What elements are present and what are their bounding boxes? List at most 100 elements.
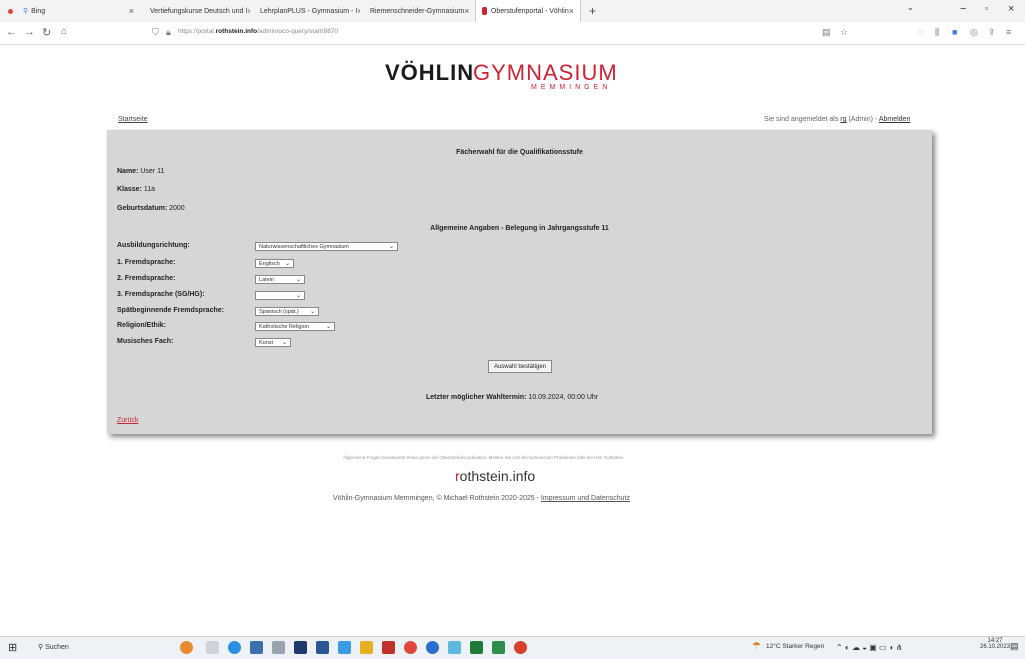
url-domain: rothstein.info xyxy=(215,28,258,35)
app-icon[interactable] xyxy=(514,641,527,654)
excel-icon[interactable] xyxy=(470,641,483,654)
startseite-link[interactable]: Startseite xyxy=(118,116,148,123)
app-icon[interactable] xyxy=(448,641,461,654)
firefox-icon[interactable] xyxy=(404,641,417,654)
ausbildungsrichtung-label: Ausbildungsrichtung: xyxy=(117,242,190,249)
student-name: Name: User 11 xyxy=(117,168,164,175)
birth-label: Geburtsdatum: xyxy=(117,205,168,212)
new-tab-icon[interactable]: + xyxy=(581,4,604,18)
student-class: Klasse: 11a xyxy=(117,186,155,193)
fremdsprache2-select[interactable]: Latein ⌄ xyxy=(255,275,305,284)
chevron-down-icon: ⌄ xyxy=(309,309,315,315)
excel-icon[interactable] xyxy=(492,641,505,654)
select-value: Latein xyxy=(259,277,274,283)
tab-riemenschneider[interactable]: Riemenschneider-Gymnasium × xyxy=(360,0,475,22)
file-explorer-icon[interactable] xyxy=(360,641,373,654)
tab-title: Vertiefungskurse Deutsch und I xyxy=(150,7,248,15)
lock-icon[interactable]: 🔒︎ xyxy=(166,27,171,38)
imprint-link[interactable]: Impressum und Datenschutz xyxy=(541,495,630,502)
logo-text-memmingen: MEMMINGEN xyxy=(531,84,612,91)
edge-icon[interactable] xyxy=(228,641,241,654)
taskbar-search[interactable]: ⚲ Suchen xyxy=(38,640,69,656)
reload-icon[interactable]: ↻ xyxy=(42,26,51,39)
windows-start-icon[interactable]: ⊞ xyxy=(8,641,17,654)
task-view-icon[interactable] xyxy=(206,641,219,654)
forward-icon[interactable]: → xyxy=(24,26,35,38)
religion-select[interactable]: Katholische Religion ⌄ xyxy=(255,322,335,331)
fremdsprache3-select[interactable]: ⌄ xyxy=(255,291,305,300)
panel-title: Fächerwahl für die Qualifikationsstufe xyxy=(456,149,583,156)
logo-text-voehlin: VÖHLIN xyxy=(385,60,475,85)
tab-lehrplanplus[interactable]: LehrplanPLUS - Gymnasium - I × xyxy=(250,0,360,22)
share-icon[interactable]: ⇪ xyxy=(988,27,996,38)
ausbildungsrichtung-select[interactable]: Naturwissenschaftliches Gymnasium ⌄ xyxy=(255,242,398,251)
login-prefix: Sie sind angemeldet als xyxy=(764,116,841,123)
tray-icons[interactable]: ⌃ ◐ ☁ ◒ ▣ ▭ ◖ ⋔ xyxy=(836,643,903,652)
browser-nav-bar: ← → ↻ ⌂ ⛉ 🔒︎ https://portal.rothstein.in… xyxy=(0,22,1025,45)
word-icon[interactable] xyxy=(316,641,329,654)
close-icon[interactable]: × xyxy=(464,6,469,16)
reader-view-icon[interactable]: ▤ xyxy=(822,27,831,38)
select-value: Englisch xyxy=(259,261,280,267)
footer-note: Allgemeine Fragen beantwortet Ihnen gern… xyxy=(343,455,624,460)
fremdsprache1-label: 1. Fremdsprache: xyxy=(117,259,176,266)
spaetbeginnende-label: Spätbeginnende Fremdsprache: xyxy=(117,307,224,314)
widget-icon[interactable] xyxy=(180,641,193,654)
musisches-fach-label: Musisches Fach: xyxy=(117,338,174,345)
deadline-value: 10.09.2024, 00:00 Uhr xyxy=(528,394,599,401)
rothstein-brand[interactable]: rothstein.info xyxy=(455,468,535,484)
pocket-icon[interactable]: ◌ xyxy=(918,27,923,37)
tab-bing[interactable]: ⚲ Bing × xyxy=(0,0,140,22)
chevron-down-icon: ⌄ xyxy=(295,293,301,299)
minimize-icon[interactable]: − xyxy=(960,3,966,15)
fremdsprache3-label: 3. Fremdsprache (SG/HG): xyxy=(117,291,205,298)
extension-icon[interactable]: ■ xyxy=(952,27,957,37)
notification-icon[interactable]: ▤ xyxy=(1010,641,1019,652)
close-icon[interactable]: × xyxy=(129,6,134,16)
bookmark-star-icon[interactable]: ☆ xyxy=(840,27,848,38)
login-status: Sie sind angemeldet als rg (Admin) - Abm… xyxy=(764,116,910,123)
menu-icon[interactable]: ≡ xyxy=(1006,27,1011,37)
confirm-selection-button[interactable]: Auswahl bestätigen xyxy=(488,360,552,373)
school-logo: VÖHLIN GYMNASIUM MEMMINGEN xyxy=(385,60,640,96)
store-icon[interactable] xyxy=(250,641,263,654)
weather-icon[interactable]: ☂ xyxy=(752,641,761,652)
shield-icon[interactable]: ⛉ xyxy=(152,27,159,38)
select-value: Katholische Religion xyxy=(259,324,309,330)
clock[interactable]: 14:27 26.10.2023 xyxy=(980,638,1010,650)
search-placeholder: Suchen xyxy=(45,644,69,651)
tab-vertiefungskurse[interactable]: Vertiefungskurse Deutsch und I × xyxy=(140,0,250,22)
clock-date: 26.10.2023 xyxy=(980,644,1011,650)
tab-title: Oberstufenportal - Vöhlin xyxy=(490,7,569,15)
address-bar[interactable]: https://portal.rothstein.info/admin/oco-… xyxy=(178,28,338,35)
select-value: Kunst xyxy=(259,340,274,346)
birth-value: 2000 xyxy=(169,205,185,212)
class-label: Klasse: xyxy=(117,186,142,193)
chevron-down-icon: ⌄ xyxy=(281,340,287,346)
spaetbeginnende-select[interactable]: Spanisch (spät.) ⌄ xyxy=(255,307,319,316)
library-icon[interactable]: ⫼ xyxy=(935,27,939,38)
back-link[interactable]: Zurück xyxy=(117,417,138,424)
logout-link[interactable]: Abmelden xyxy=(879,116,911,123)
deadline: Letzter möglicher Wahltermin: 10.09.2024… xyxy=(426,394,598,401)
fremdsprache1-select[interactable]: Englisch ⌄ xyxy=(255,259,294,268)
weather-text[interactable]: 12°C Starker Regen xyxy=(766,643,824,650)
tab-oberstufenportal[interactable]: Oberstufenportal - Vöhlin × xyxy=(475,0,581,22)
app-icon[interactable] xyxy=(338,641,351,654)
home-icon[interactable]: ⌂ xyxy=(61,26,67,37)
tab-title: Bing xyxy=(31,7,46,15)
deadline-label: Letzter möglicher Wahltermin: xyxy=(426,394,527,401)
chrome-icon[interactable] xyxy=(426,641,439,654)
brand-rest: othstein.info xyxy=(459,468,536,484)
chevron-down-icon[interactable]: ⌄ xyxy=(907,3,914,12)
powerpoint-icon[interactable] xyxy=(382,641,395,654)
app-icon[interactable] xyxy=(272,641,285,654)
maximize-icon[interactable]: ▫ xyxy=(985,3,988,13)
account-icon[interactable]: ◎ xyxy=(970,27,978,38)
close-window-icon[interactable]: × xyxy=(1008,3,1014,15)
musisches-fach-select[interactable]: Kunst ⌄ xyxy=(255,338,291,347)
close-icon[interactable]: × xyxy=(569,6,574,16)
back-icon[interactable]: ← xyxy=(6,26,17,38)
student-birthdate: Geburtsdatum: 2000 xyxy=(117,205,185,212)
app-icon[interactable] xyxy=(294,641,307,654)
